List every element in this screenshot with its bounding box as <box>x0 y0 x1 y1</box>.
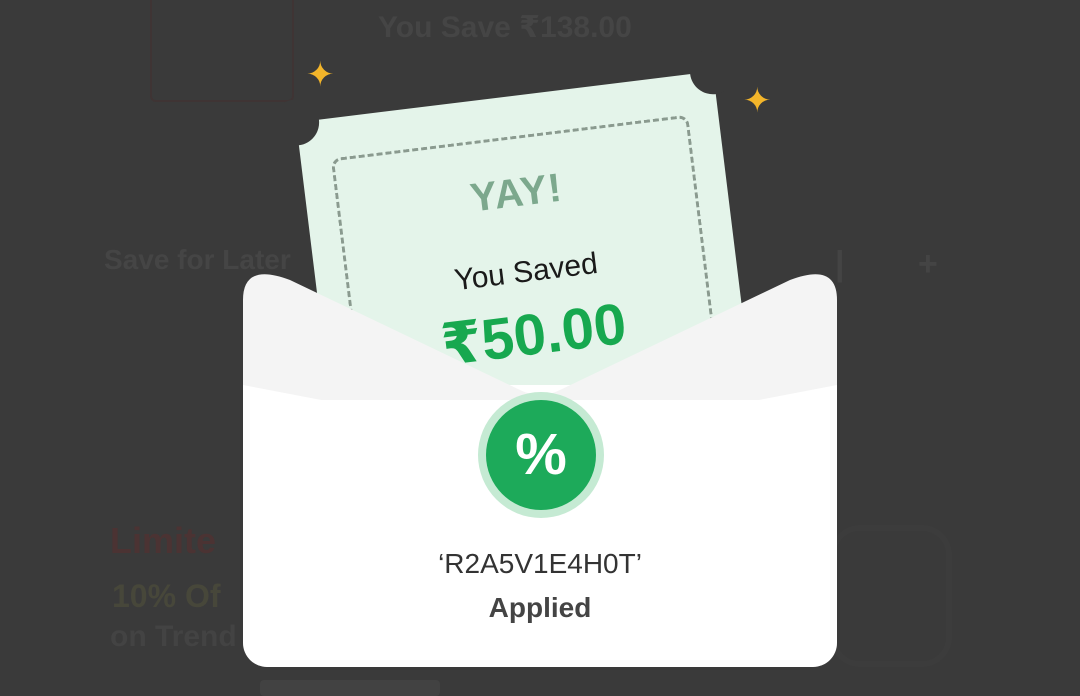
background-price-bar <box>260 680 440 696</box>
sparkle-icon-right: ✦ <box>743 82 772 120</box>
sparkle-icon-left: ✦ <box>306 56 335 94</box>
background-trend-text: on Trend <box>110 620 237 653</box>
background-plus-icon: + <box>918 245 938 283</box>
background-save-for-later: Save for Later <box>104 244 291 275</box>
background-product-mug <box>830 525 952 667</box>
background-product-image <box>150 0 294 102</box>
discount-badge: % <box>478 392 604 518</box>
coupon-code: ‘R2A5V1E4H0T’ <box>438 548 642 579</box>
background-discount-text: 10% Of <box>112 578 221 614</box>
ticket-notch-left <box>270 96 322 149</box>
background-limited-offer-title: Limite <box>110 520 217 561</box>
ticket-notch-right <box>687 45 739 97</box>
percent-icon: % <box>486 400 596 510</box>
background-you-save-text: You Save ₹138.00 <box>378 11 632 44</box>
coupon-applied-status: Applied <box>488 592 592 623</box>
background-minus-icon: | <box>835 245 845 283</box>
